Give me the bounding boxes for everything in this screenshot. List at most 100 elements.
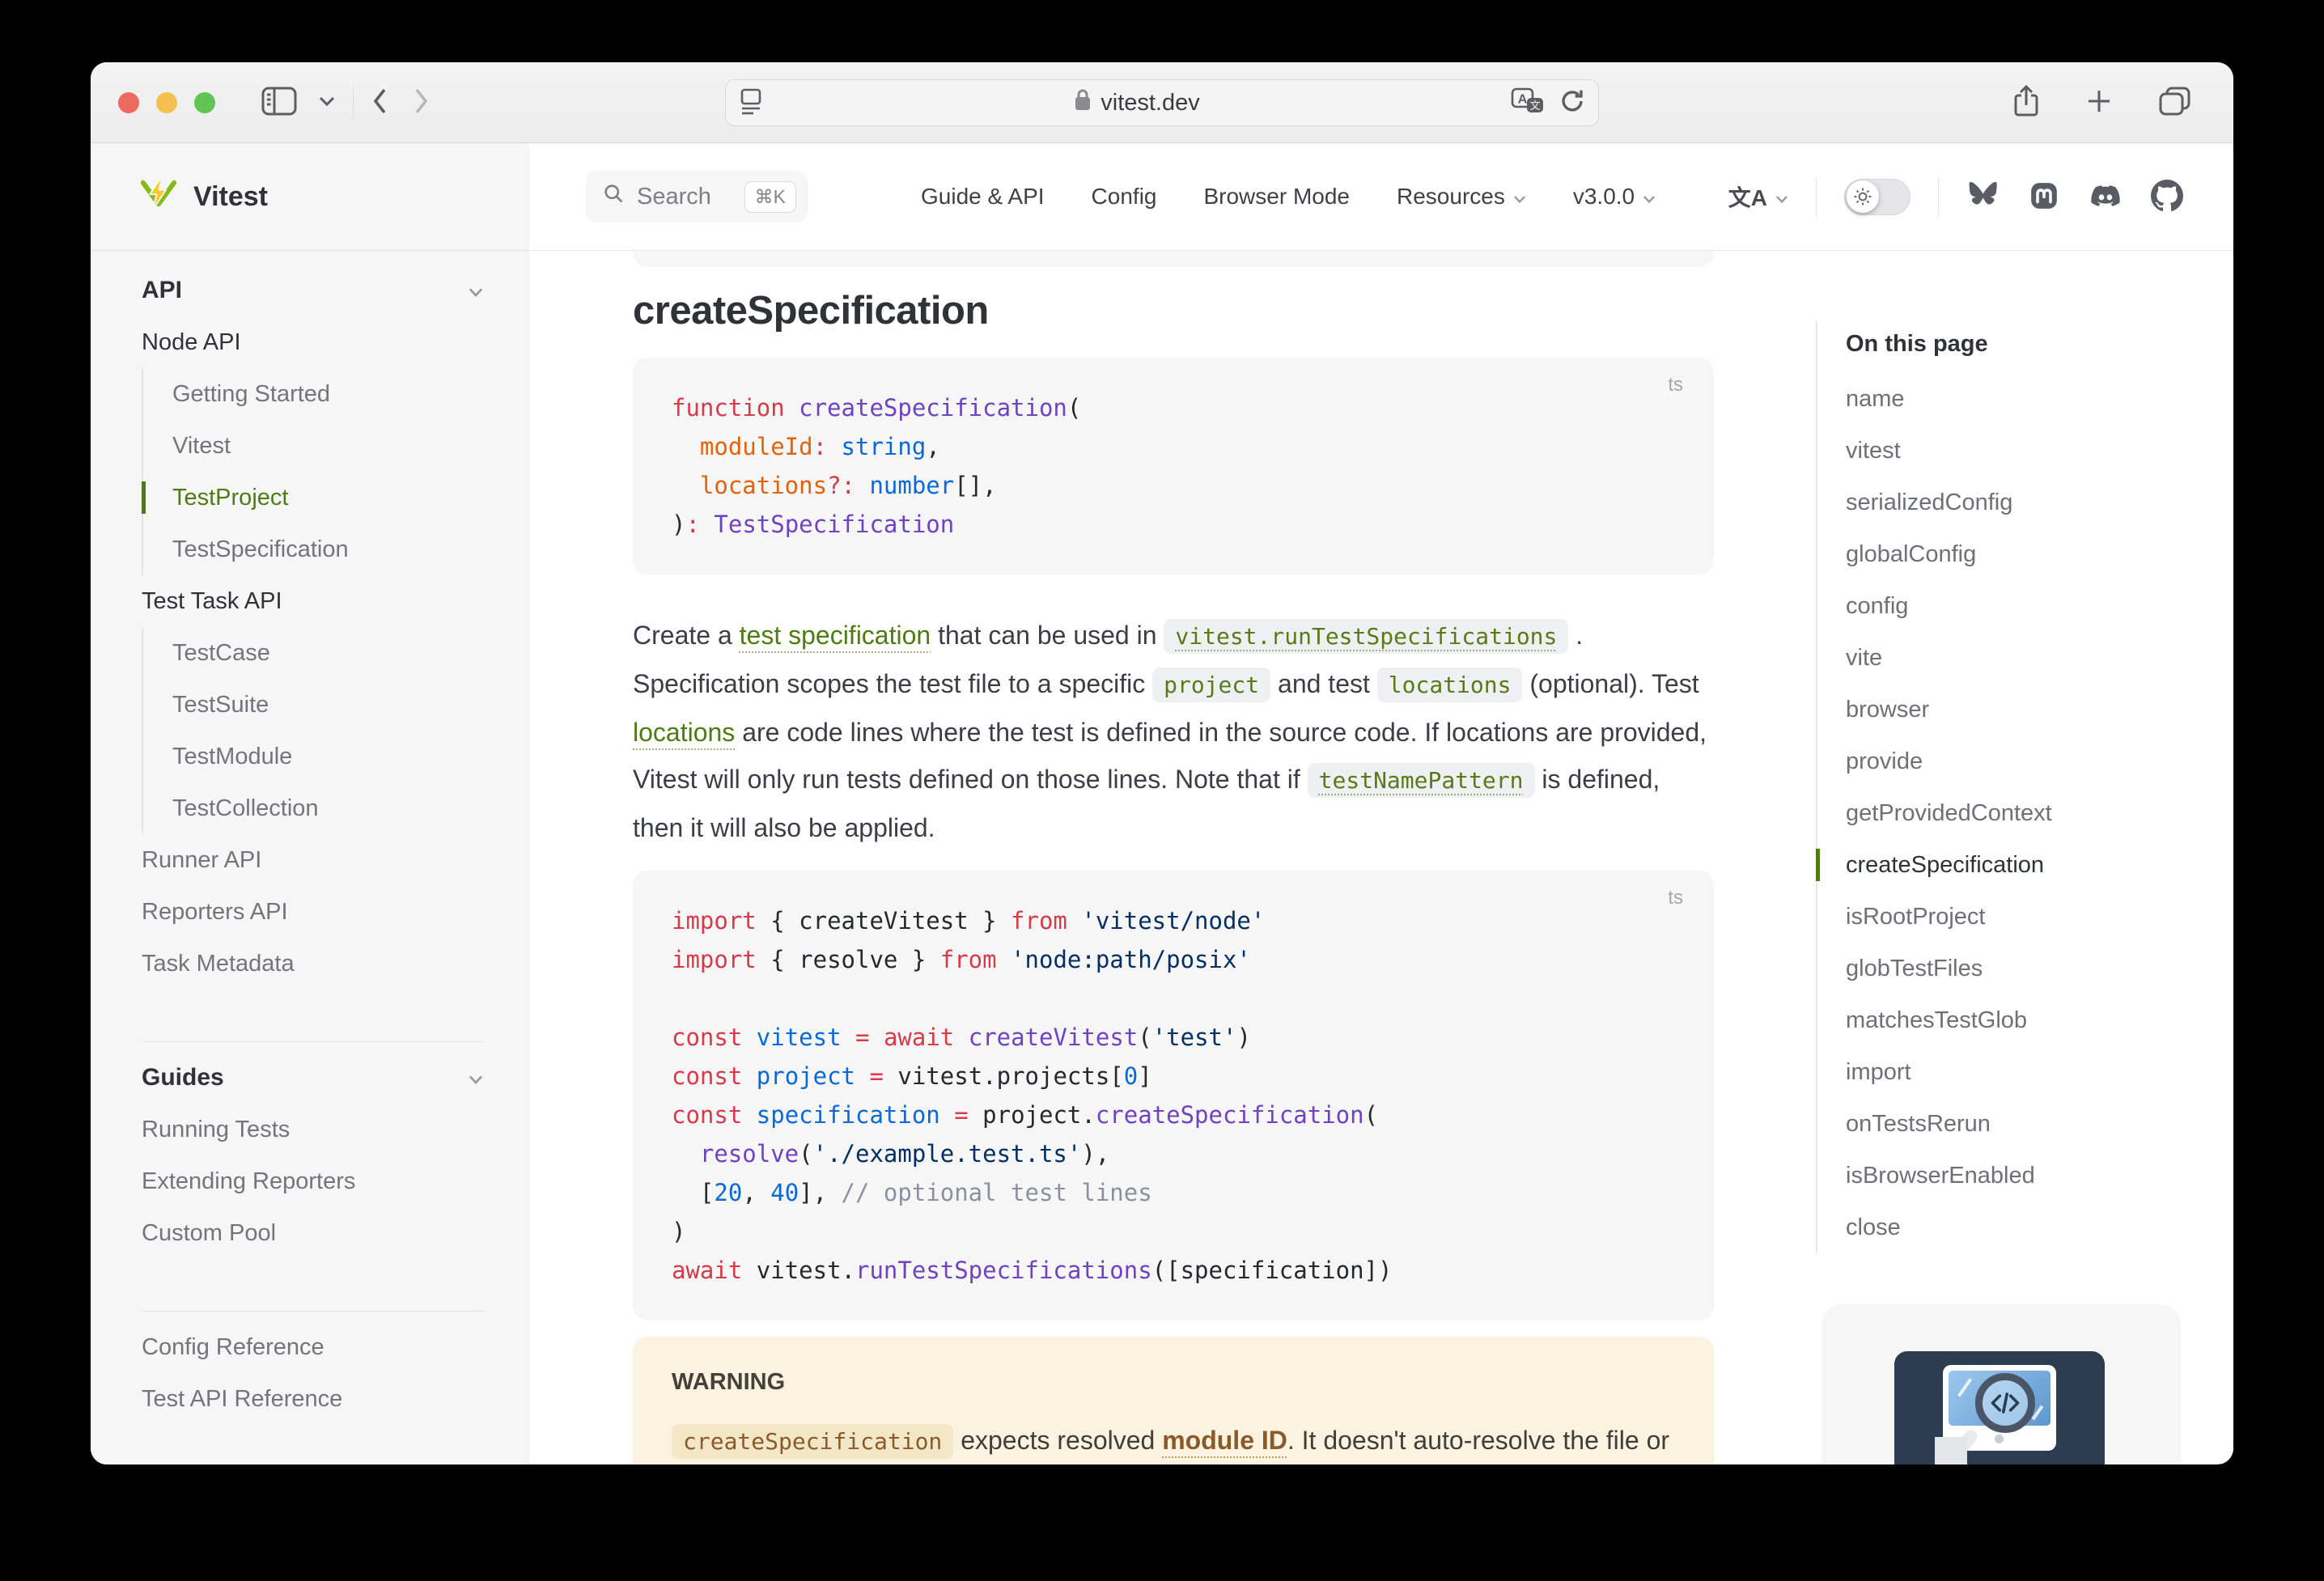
sidebar-item-running-tests[interactable]: Running Tests <box>142 1104 484 1155</box>
theme-toggle[interactable] <box>1844 179 1911 215</box>
sidebar-item-reporters-api[interactable]: Reporters API <box>142 886 484 938</box>
nav-link-browser-mode[interactable]: Browser Mode <box>1203 184 1350 210</box>
chevron-down-icon <box>468 1064 484 1091</box>
outline-item-provide[interactable]: provide <box>1846 735 2196 787</box>
translate-icon[interactable]: A文 <box>1511 86 1545 121</box>
browser-window: vitest.dev A文 Vitest API <box>91 62 2233 1464</box>
nav-dropdown-resources[interactable]: Resources <box>1397 184 1526 210</box>
sidebar-item-getting-started[interactable]: Getting Started <box>172 368 484 420</box>
chevron-right-icon <box>411 85 430 120</box>
outline-item-matchestestglob[interactable]: matchesTestGlob <box>1846 994 2196 1046</box>
outline-item-globalconfig[interactable]: globalConfig <box>1846 528 2196 580</box>
sidebar-group-test-task-api: Test Task API <box>142 575 484 627</box>
tab-overview-button[interactable] <box>2148 86 2203 119</box>
doc-link-module-id[interactable]: module ID <box>1162 1426 1287 1455</box>
address-bar[interactable]: vitest.dev A文 <box>725 79 1599 126</box>
sidebar-item-testproject[interactable]: TestProject <box>172 472 484 523</box>
github-link[interactable] <box>2151 180 2183 214</box>
outline-item-serializedconfig[interactable]: serializedConfig <box>1846 477 2196 528</box>
chevron-down-icon <box>318 95 336 109</box>
doc-link-locations[interactable]: locations <box>633 718 735 747</box>
sidebar-item-testcase[interactable]: TestCase <box>172 627 484 679</box>
sidebar-item-testspecification[interactable]: TestSpecification <box>172 523 484 575</box>
inline-code-link-vitest-runtestspecifications[interactable]: vitest.runTestSpecifications <box>1164 619 1568 654</box>
minimize-window-button[interactable] <box>156 92 177 113</box>
inline-code-link-testnamepattern[interactable]: testNamePattern <box>1308 763 1535 798</box>
sidebar-menu-chevron[interactable] <box>307 95 346 109</box>
sidebar-item-task-metadata[interactable]: Task Metadata <box>142 938 484 990</box>
translate-icon: 文A <box>1728 180 1767 213</box>
outline-item-vite[interactable]: vite <box>1846 632 2196 684</box>
code-language-label: ts <box>1668 374 1683 396</box>
forward-button[interactable] <box>401 85 441 120</box>
bluesky-link[interactable] <box>1966 180 2000 214</box>
outline-item-ontestsrerun[interactable]: onTestsRerun <box>1846 1098 2196 1150</box>
share-button[interactable] <box>2002 84 2050 121</box>
outline-item-close[interactable]: close <box>1846 1202 2196 1253</box>
outline-item-globtestfiles[interactable]: globTestFiles <box>1846 943 2196 994</box>
code-line: const vitest = await createVitest('test'… <box>672 1018 1675 1057</box>
mastodon-link[interactable] <box>2028 180 2060 214</box>
toolbar-divider <box>353 87 354 119</box>
navbar-divider <box>1816 177 1817 216</box>
sidebar-item-runner-api[interactable]: Runner API <box>142 834 484 886</box>
code-line: await vitest.runTestSpecifications([spec… <box>672 1251 1675 1290</box>
close-window-button[interactable] <box>118 92 139 113</box>
sidebar-item-testmodule[interactable]: TestModule <box>172 731 484 782</box>
bluesky-icon <box>1966 180 2000 214</box>
back-button[interactable] <box>360 85 401 120</box>
sidebar-divider <box>142 1311 484 1312</box>
outline-item-config[interactable]: config <box>1846 580 2196 632</box>
sponsor-card[interactable] <box>1821 1304 2181 1464</box>
inline-code-createspecification: createSpecification <box>672 1424 953 1459</box>
new-tab-button[interactable] <box>2075 87 2123 117</box>
doc-link-test-specification[interactable]: test specification <box>740 621 931 650</box>
window-controls <box>118 92 215 113</box>
sidebar-section-guides[interactable]: Guides <box>142 1052 484 1104</box>
chevron-down-icon <box>1775 184 1788 210</box>
discord-link[interactable] <box>2088 181 2123 213</box>
outline-item-browser[interactable]: browser <box>1846 684 2196 735</box>
chevron-left-icon <box>371 85 390 120</box>
plus-icon <box>2085 87 2113 117</box>
browser-titlebar: vitest.dev A文 <box>91 62 2233 143</box>
outline-item-isbrowserenabled[interactable]: isBrowserEnabled <box>1846 1150 2196 1202</box>
search-button[interactable]: Search ⌘K <box>586 171 808 223</box>
sidebar-divider <box>142 1041 484 1042</box>
outline-item-vitest[interactable]: vitest <box>1846 425 2196 477</box>
nav-link-config[interactable]: Config <box>1092 184 1157 210</box>
language-switcher[interactable]: 文A <box>1728 180 1788 213</box>
chevron-down-icon <box>468 277 484 304</box>
code-line <box>672 979 1675 1018</box>
reload-icon[interactable] <box>1559 87 1585 119</box>
nav-link-guide-api[interactable]: Guide & API <box>921 184 1045 210</box>
sidebar-item-testcollection[interactable]: TestCollection <box>172 782 484 834</box>
code-line: locations?: number[], <box>672 466 1675 505</box>
nav-dropdown-version[interactable]: v3.0.0 <box>1573 184 1656 210</box>
warning-title: WARNING <box>672 1369 1675 1396</box>
sidebar-item-config-reference[interactable]: Config Reference <box>142 1321 484 1373</box>
doc-content: createSpecification ts function createSp… <box>633 251 1714 1464</box>
vitest-logo[interactable]: Vitest <box>91 143 529 251</box>
outline-item-import[interactable]: import <box>1846 1046 2196 1098</box>
url-text: vitest.dev <box>1101 90 1200 117</box>
outline-item-getprovidedcontext[interactable]: getProvidedContext <box>1846 787 2196 839</box>
sidebar-item-testsuite[interactable]: TestSuite <box>172 679 484 731</box>
zoom-window-button[interactable] <box>194 92 215 113</box>
sidebar-item-test-api-reference[interactable]: Test API Reference <box>142 1373 484 1425</box>
chevron-down-icon <box>1513 184 1526 210</box>
outline-title: On this page <box>1846 321 2196 367</box>
code-line: const specification = project.createSpec… <box>672 1096 1675 1134</box>
tabs-icon <box>2158 86 2192 119</box>
outline-item-createspecification[interactable]: createSpecification <box>1846 839 2196 891</box>
previous-code-block-edge <box>633 251 1714 267</box>
reader-icon[interactable] <box>739 86 763 121</box>
sidebar-item-custom-pool[interactable]: Custom Pool <box>142 1207 484 1259</box>
lock-icon <box>1074 87 1092 118</box>
sidebar-section-api[interactable]: API <box>142 265 484 316</box>
sidebar-item-vitest[interactable]: Vitest <box>172 420 484 472</box>
sidebar-item-extending-reporters[interactable]: Extending Reporters <box>142 1155 484 1207</box>
outline-item-name[interactable]: name <box>1846 373 2196 425</box>
sidebar-toggle-button[interactable] <box>251 86 307 119</box>
outline-item-isrootproject[interactable]: isRootProject <box>1846 891 2196 943</box>
